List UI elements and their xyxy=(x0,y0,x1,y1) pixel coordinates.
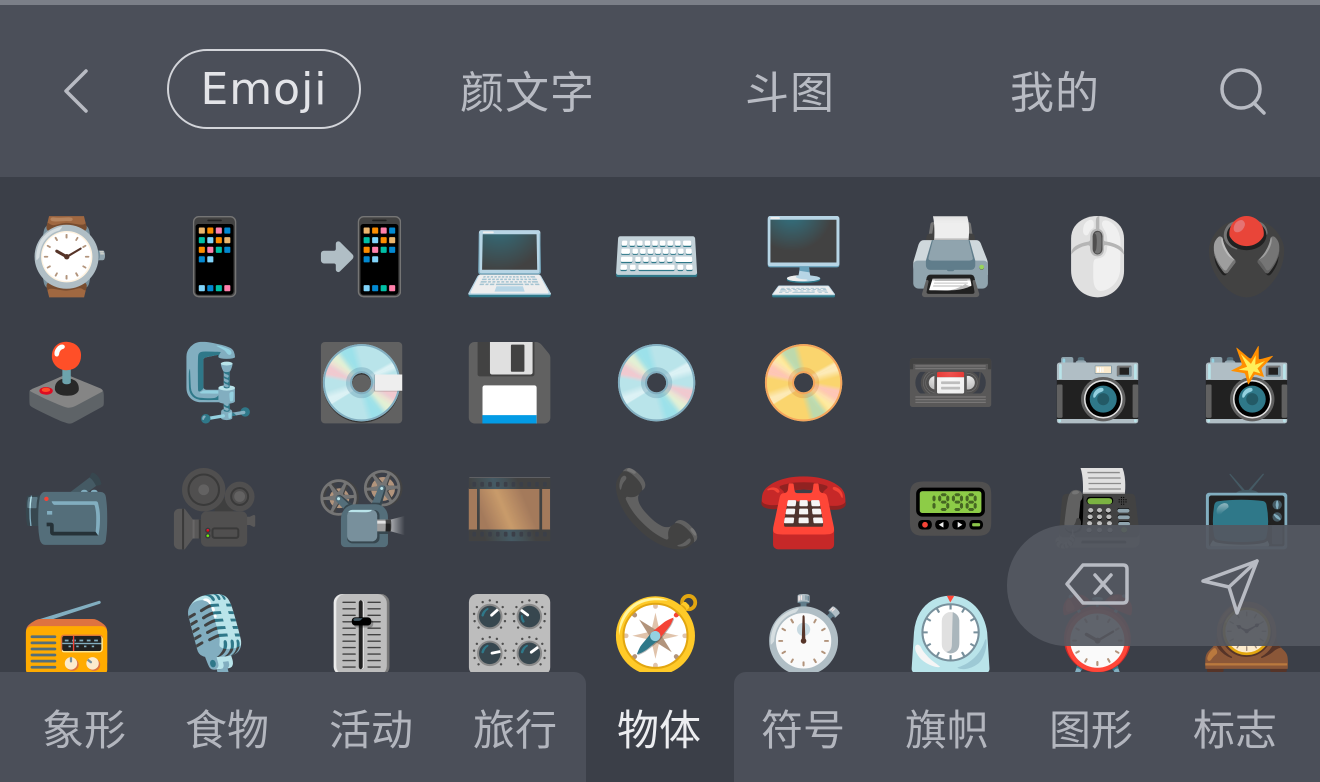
emoji-compass[interactable]: 🧭 xyxy=(607,585,707,672)
emoji-radio[interactable]: 📻 xyxy=(17,585,117,672)
emoji-videocassette[interactable]: 📼 xyxy=(901,333,1001,433)
emoji-mouse[interactable]: 🖱️ xyxy=(1048,207,1148,307)
emoji-timer-clock[interactable]: ⏲️ xyxy=(901,585,1001,672)
category-group-right: 符号 旗帜 图形 标志 xyxy=(734,672,1320,782)
category-group-left: 象形 食物 活动 旅行 xyxy=(0,672,586,782)
category-travel[interactable]: 旅行 xyxy=(450,672,580,782)
category-activity[interactable]: 活动 xyxy=(306,672,436,782)
category-objects[interactable]: 物体 xyxy=(594,672,724,782)
keyboard-header: Emoji 颜文字 斗图 我的 xyxy=(0,5,1320,177)
tab-mine[interactable]: 我的 xyxy=(990,49,1120,129)
emoji-desktop[interactable]: 🖥️ xyxy=(754,207,854,307)
emoji-level-slider[interactable]: 🎚️ xyxy=(312,585,412,672)
category-signs[interactable]: 标志 xyxy=(1170,672,1300,782)
send-icon xyxy=(1201,559,1259,615)
emoji-cd[interactable]: 💿 xyxy=(607,333,707,433)
tab-emoji[interactable]: Emoji xyxy=(167,49,361,129)
emoji-telephone-receiver[interactable]: 📞 xyxy=(607,459,707,559)
emoji-joystick[interactable]: 🕹️ xyxy=(17,333,117,433)
send-button[interactable] xyxy=(1195,551,1265,617)
emoji-film-projector[interactable]: 📽️ xyxy=(312,459,412,559)
emoji-laptop[interactable]: 💻 xyxy=(460,207,560,307)
emoji-stopwatch[interactable]: ⏱️ xyxy=(754,585,854,672)
tab-stickers[interactable]: 斗图 xyxy=(725,49,855,129)
emoji-watch[interactable]: ⌚ xyxy=(17,207,117,307)
emoji-camera-flash[interactable]: 📸 xyxy=(1197,333,1297,433)
category-smileys[interactable]: 象形 xyxy=(19,672,149,782)
emoji-clamp[interactable]: 🗜️ xyxy=(165,333,265,433)
emoji-pager[interactable]: 📟 xyxy=(901,459,1001,559)
emoji-printer[interactable]: 🖨️ xyxy=(901,207,1001,307)
search-button[interactable] xyxy=(1214,63,1274,123)
emoji-keyboard[interactable]: ⌨️ xyxy=(607,207,707,307)
category-shapes[interactable]: 图形 xyxy=(1026,672,1156,782)
backspace-icon xyxy=(1065,563,1129,605)
emoji-film-frames[interactable]: 🎞️ xyxy=(460,459,560,559)
tab-kaomoji[interactable]: 颜文字 xyxy=(440,49,615,129)
emoji-telephone[interactable]: ☎️ xyxy=(754,459,854,559)
emoji-control-knobs[interactable]: 🎛️ xyxy=(460,585,560,672)
emoji-movie-camera[interactable]: 🎥 xyxy=(165,459,265,559)
category-bar: 象形 食物 活动 旅行 物体 符号 旗帜 图形 标志 xyxy=(0,672,1320,782)
chevron-left-icon xyxy=(64,69,88,113)
emoji-floppy[interactable]: 💾 xyxy=(460,333,560,433)
floating-action-panel xyxy=(1007,525,1320,646)
emoji-video-camera[interactable]: 📹 xyxy=(17,459,117,559)
emoji-mobile-phone[interactable]: 📱 xyxy=(165,207,265,307)
delete-button[interactable] xyxy=(1061,551,1131,617)
category-flags[interactable]: 旗帜 xyxy=(882,672,1012,782)
emoji-camera[interactable]: 📷 xyxy=(1048,333,1148,433)
search-icon xyxy=(1220,68,1266,115)
category-food[interactable]: 食物 xyxy=(162,672,292,782)
back-button[interactable] xyxy=(50,63,106,119)
emoji-trackball[interactable]: 🖲️ xyxy=(1197,207,1297,307)
emoji-minidisc[interactable]: 💽 xyxy=(312,333,412,433)
category-symbols[interactable]: 符号 xyxy=(738,672,868,782)
emoji-microphone[interactable]: 🎙️ xyxy=(165,585,265,672)
emoji-phone-arrow[interactable]: 📲 xyxy=(312,207,412,307)
emoji-dvd[interactable]: 📀 xyxy=(754,333,854,433)
